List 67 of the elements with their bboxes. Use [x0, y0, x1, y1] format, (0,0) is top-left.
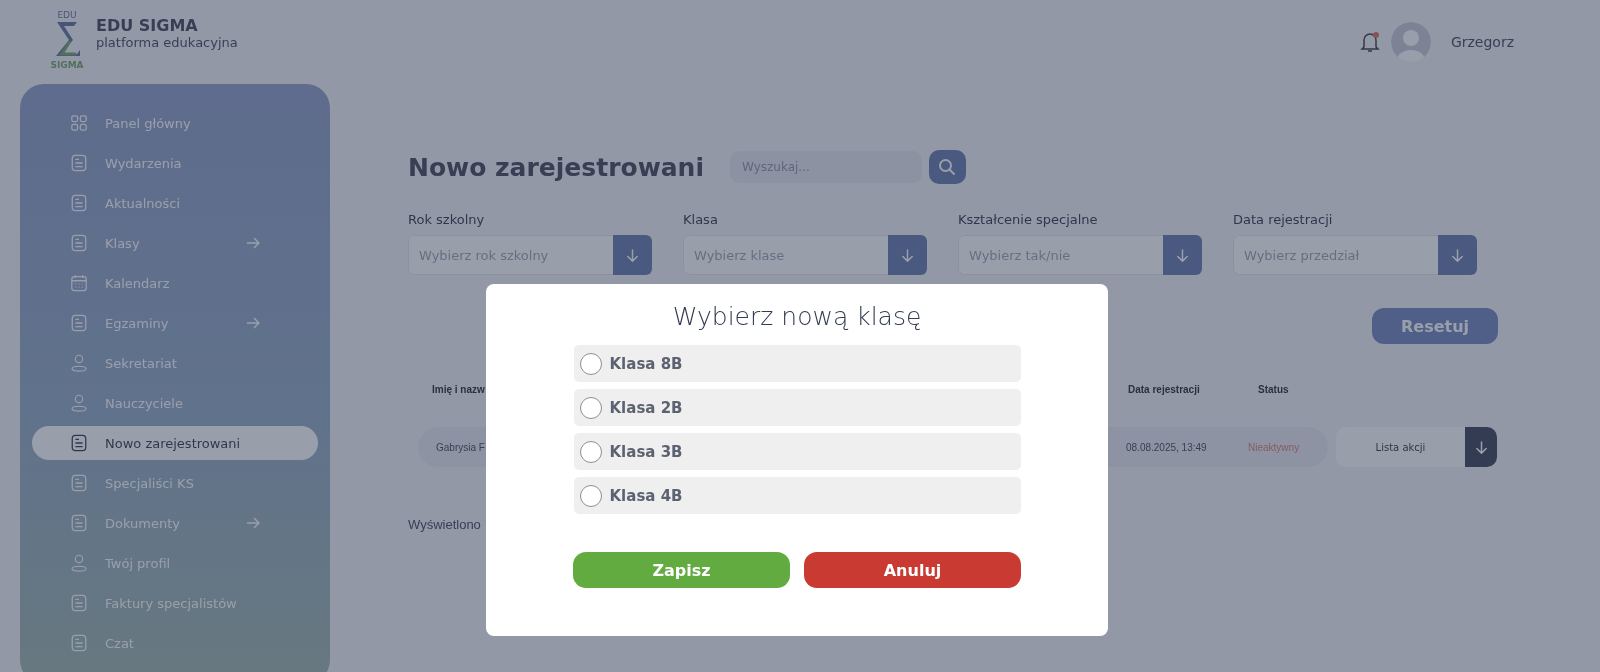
arrow-down-icon: [625, 247, 640, 263]
radio-button[interactable]: [579, 352, 602, 375]
dropdown-button[interactable]: [613, 235, 652, 275]
column-header: Data rejestracji: [1128, 384, 1201, 395]
save-button[interactable]: Zapisz: [573, 552, 790, 588]
document-icon: [70, 314, 88, 332]
column-header: Status: [1258, 384, 1290, 395]
dropdown-button[interactable]: [888, 235, 927, 275]
filter-label: Kształcenie specjalne: [958, 212, 1099, 227]
sidebar-item[interactable]: Sekretariat: [32, 346, 318, 380]
class-option[interactable]: Klasa 3B: [573, 433, 1021, 470]
sidebar-item[interactable]: Wydarzenia: [32, 146, 318, 180]
document-icon: [70, 434, 88, 452]
sidebar-item[interactable]: Kalendarz: [32, 266, 318, 300]
table-cell: Gabrysia F: [436, 441, 485, 453]
class-option[interactable]: Klasa 4B: [573, 477, 1021, 514]
user-name[interactable]: Grzegorz: [1450, 34, 1514, 50]
arrow-right-icon: [246, 317, 260, 329]
arrow-down-icon: [1450, 247, 1465, 263]
document-icon: [70, 634, 88, 652]
page-title: Nowo zarejestrowani: [408, 152, 704, 182]
search-icon: [938, 158, 957, 176]
arrow-down-icon: [900, 247, 915, 263]
sidebar-item[interactable]: Aktualności: [32, 186, 318, 220]
document-icon: [70, 234, 88, 252]
document-icon: [70, 194, 88, 212]
avatar-icon[interactable]: [1390, 22, 1431, 62]
radio-button[interactable]: [579, 396, 602, 419]
brand-name: EDU SIGMA: [96, 16, 199, 35]
status-text: Nieaktywny: [1248, 441, 1301, 453]
cancel-button[interactable]: Anuluj: [804, 552, 1021, 588]
filter-label: Rok szkolny: [408, 212, 486, 227]
document-icon: [70, 514, 88, 532]
dropdown-button[interactable]: [1163, 235, 1202, 275]
arrow-down-icon: [1473, 439, 1489, 455]
arrow-right-icon: [246, 237, 260, 249]
filter-label: Data rejestracji: [1233, 212, 1334, 227]
brand-tagline: platforma edukacyjna: [96, 35, 238, 50]
sidebar-item[interactable]: Panel główny: [32, 106, 318, 140]
filter-label: Klasa: [683, 212, 719, 227]
bell-icon[interactable]: [1358, 30, 1381, 54]
person-icon: [70, 554, 88, 572]
sidebar-item[interactable]: Klasy: [32, 226, 318, 260]
radio-button[interactable]: [579, 484, 602, 507]
reset-button[interactable]: Resetuj: [1372, 308, 1498, 344]
results-summary: Wyświetlono: [408, 517, 482, 532]
class-option[interactable]: Klasa 2B: [573, 389, 1021, 426]
column-header: Imię i nazw: [432, 384, 485, 395]
sidebar-item[interactable]: Nauczyciele: [32, 386, 318, 420]
sidebar-item[interactable]: Egzaminy: [32, 306, 318, 340]
person-icon: [70, 394, 88, 412]
actions-dropdown[interactable]: Lista akcji: [1336, 427, 1497, 467]
dropdown-button[interactable]: [1438, 235, 1477, 275]
class-option[interactable]: Klasa 8B: [573, 345, 1021, 382]
grid-icon: [70, 114, 88, 132]
arrow-right-icon: [246, 517, 260, 529]
document-icon: [70, 474, 88, 492]
search-button[interactable]: [929, 150, 966, 184]
document-icon: [70, 154, 88, 172]
dialog-title: Wybierz nową klasę: [672, 302, 922, 331]
calendar-icon: [70, 274, 88, 292]
document-icon: [70, 594, 88, 612]
sidebar-item[interactable]: Nowo zarejestrowani: [32, 426, 318, 460]
table-cell-text: 08.08.2025, 13:49: [1126, 441, 1208, 453]
person-icon: [70, 354, 88, 372]
radio-button[interactable]: [579, 440, 602, 463]
arrow-down-icon: [1175, 247, 1190, 263]
